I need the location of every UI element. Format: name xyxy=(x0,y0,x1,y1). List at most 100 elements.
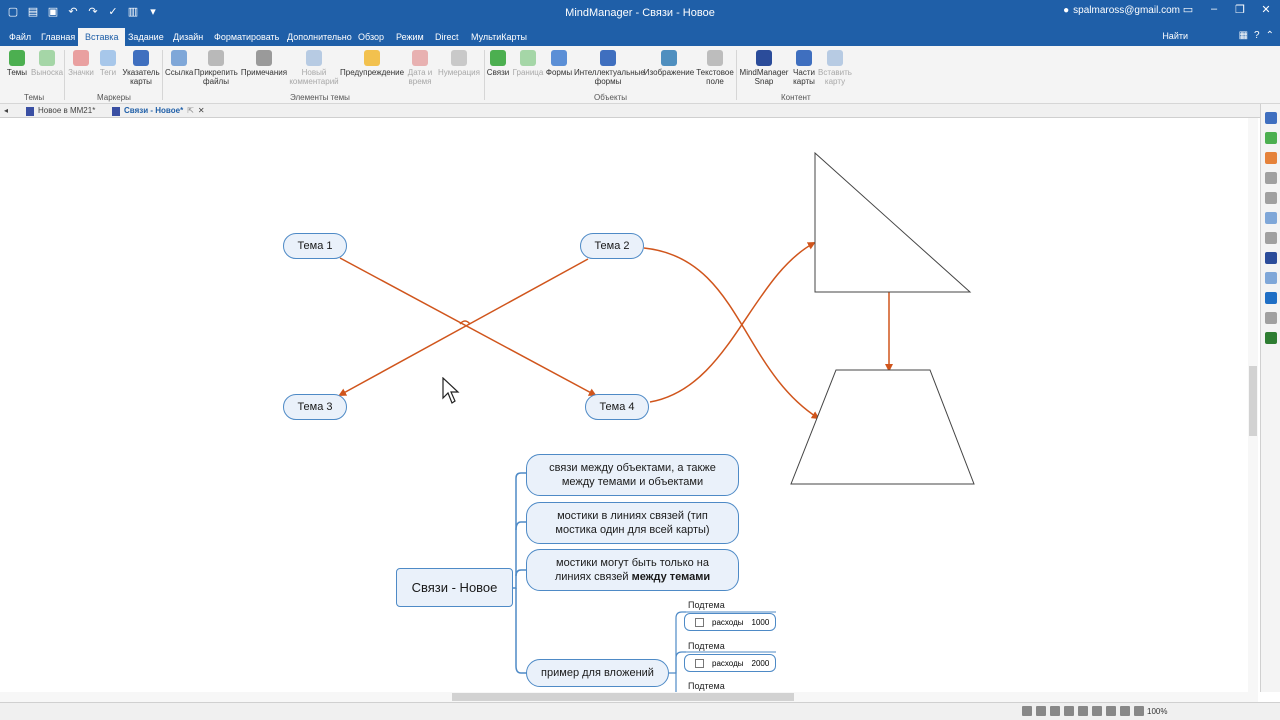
document-tabs: ◂ Новое в MM21* Связи - Новое* ⇱ ✕ xyxy=(0,104,1280,118)
calendar-pane-icon[interactable] xyxy=(1264,152,1277,164)
icons-button[interactable]: Значки xyxy=(68,50,94,77)
library-pane-icon[interactable] xyxy=(1264,132,1277,144)
callout-button[interactable]: Выноска xyxy=(31,50,63,77)
image-icon xyxy=(661,50,677,66)
tab-direct[interactable]: Direct xyxy=(428,28,466,46)
account-menu[interactable]: ● spalmaross@gmail.com xyxy=(1063,5,1180,16)
tab-review[interactable]: Обзор xyxy=(351,28,391,46)
outlook-pane-icon[interactable] xyxy=(1264,292,1277,304)
notes-button[interactable]: Примечания xyxy=(240,50,288,77)
vertical-scrollbar[interactable] xyxy=(1248,118,1258,692)
map-index-button[interactable]: Указатель карты xyxy=(122,50,160,86)
shapes-button[interactable]: Формы xyxy=(545,50,573,77)
subtopic-label[interactable]: Подтема xyxy=(688,641,725,651)
tabs-scroll-left-icon[interactable]: ◂ xyxy=(4,104,8,118)
minimize-icon[interactable]: – xyxy=(1206,3,1222,16)
tags-pane-icon[interactable] xyxy=(1264,192,1277,204)
date-time-button[interactable]: Дата и время xyxy=(404,50,436,86)
fit-map-icon[interactable] xyxy=(1120,706,1130,716)
topic-add-icon xyxy=(9,50,25,66)
tab-insert[interactable]: Вставка xyxy=(78,28,126,46)
properties-row[interactable]: расходы 1000 xyxy=(684,613,776,631)
ribbon-tabs: Файл Главная Вставка Задание Дизайн Форм… xyxy=(0,28,1280,46)
vertical-scroll-thumb[interactable] xyxy=(1249,366,1257,436)
expand-icon[interactable] xyxy=(1092,706,1102,716)
search-pane-icon[interactable] xyxy=(1264,232,1277,244)
boundary-button[interactable]: Граница xyxy=(512,50,544,77)
collapse-ribbon-icon[interactable]: ⌃ xyxy=(1266,30,1274,41)
subtopic-label[interactable]: Подтема xyxy=(688,600,725,610)
topics-button[interactable]: Темы xyxy=(6,50,28,77)
collapse-icon[interactable] xyxy=(1078,706,1088,716)
review-pane-icon[interactable] xyxy=(1264,212,1277,224)
horizontal-scroll-thumb[interactable] xyxy=(452,693,794,701)
ribbon-display-icon[interactable]: ▭ xyxy=(1180,3,1196,16)
browser-pane-icon[interactable] xyxy=(1264,312,1277,324)
relation-topic2-trapezoid[interactable] xyxy=(643,247,820,420)
level-of-detail-icon[interactable] xyxy=(1050,706,1060,716)
show-levels-icon[interactable] xyxy=(1064,706,1074,716)
doc-tab-new-in-mm21[interactable]: Новое в MM21* xyxy=(26,104,95,118)
properties-pane-icon[interactable] xyxy=(1264,112,1277,124)
close-tab-icon[interactable]: ✕ xyxy=(198,104,205,118)
relations-button[interactable]: Связи xyxy=(486,50,510,77)
excel-pane-icon[interactable] xyxy=(1264,332,1277,344)
help-icon[interactable]: ? xyxy=(1254,30,1260,41)
tab-view[interactable]: Режим xyxy=(389,28,431,46)
tab-task[interactable]: Задание xyxy=(121,28,171,46)
branch-topic-bridges-only[interactable]: мостики могут быть только на линиях связ… xyxy=(526,549,739,591)
zoom-out-icon[interactable] xyxy=(1134,706,1144,716)
snap-pane-icon[interactable] xyxy=(1264,252,1277,264)
balance-map-icon[interactable] xyxy=(1036,706,1046,716)
pin-tab-icon[interactable]: ⇱ xyxy=(187,104,194,118)
tab-format[interactable]: Форматировать xyxy=(207,28,286,46)
floating-topic-3[interactable]: Тема 3 xyxy=(283,394,347,420)
triangle-shape[interactable] xyxy=(814,151,972,293)
text-box-button[interactable]: Текстовое поле xyxy=(696,50,734,86)
resources-pane-icon[interactable] xyxy=(1264,172,1277,184)
branch-topic-attachments-example[interactable]: пример для вложений xyxy=(526,659,669,687)
tab-design[interactable]: Дизайн xyxy=(166,28,210,46)
attach-files-button[interactable]: Прикрепить файлы xyxy=(194,50,238,86)
tab-multimaps[interactable]: МультиКарты xyxy=(464,28,534,46)
floating-topic-1[interactable]: Тема 1 xyxy=(283,233,347,259)
central-topic[interactable]: Связи - Новое xyxy=(396,568,513,607)
floating-topic-2[interactable]: Тема 2 xyxy=(580,233,644,259)
tags-button[interactable]: Теги xyxy=(97,50,119,77)
trapezoid-shape[interactable] xyxy=(790,369,975,485)
smart-shapes-button[interactable]: Интеллектуальные формы xyxy=(574,50,645,86)
mindmanager-snap-button[interactable]: MindManager Snap xyxy=(738,50,790,86)
map-canvas[interactable]: Тема 1 Тема 2 Тема 3 Тема 4 Связи - Ново… xyxy=(0,118,1248,692)
subtopic-label[interactable]: Подтема xyxy=(688,681,725,691)
insert-map-button[interactable]: Вставить карту xyxy=(818,50,852,86)
horizontal-scrollbar[interactable] xyxy=(0,692,1258,702)
tab-file[interactable]: Файл xyxy=(2,28,38,46)
relation-topic2-topic3[interactable] xyxy=(338,258,589,396)
relation-topic4-triangle[interactable] xyxy=(649,242,816,403)
restore-icon[interactable]: ❐ xyxy=(1232,3,1248,16)
image-button[interactable]: Изображение xyxy=(643,50,695,77)
map-parts-pane-icon[interactable] xyxy=(1264,272,1277,284)
tab-home[interactable]: Главная xyxy=(34,28,82,46)
search-box[interactable]: Найти xyxy=(1162,31,1188,41)
branch-topic-bridges-type[interactable]: мостики в линиях связей (тип мостика оди… xyxy=(526,502,739,544)
numbering-button[interactable]: Нумерация xyxy=(437,50,481,77)
alert-button[interactable]: Предупреждение xyxy=(340,50,404,77)
layout-view-icon[interactable] xyxy=(1106,706,1116,716)
map-index-icon xyxy=(133,50,149,66)
close-icon[interactable]: ✕ xyxy=(1258,3,1274,16)
doc-tab-relations-new[interactable]: Связи - Новое* ⇱ ✕ xyxy=(112,104,205,118)
properties-row[interactable]: расходы 2000 xyxy=(684,654,776,672)
filter-icon[interactable] xyxy=(1022,706,1032,716)
new-comment-button[interactable]: Новый комментарий xyxy=(288,50,340,86)
tab-advanced[interactable]: Дополнительно xyxy=(280,28,359,46)
task-pane-strip xyxy=(1260,104,1280,692)
group-content-label: Контент xyxy=(781,93,811,102)
link-button[interactable]: Ссылка xyxy=(165,50,193,77)
relation-icon xyxy=(490,50,506,66)
floating-topic-4[interactable]: Тема 4 xyxy=(585,394,649,420)
layout-icon[interactable]: ▦ xyxy=(1239,30,1248,41)
map-parts-button[interactable]: Части карты xyxy=(791,50,817,86)
branch-topic-relations-objects[interactable]: связи между объектами, а также между тем… xyxy=(526,454,739,496)
zoom-level[interactable]: 100% xyxy=(1147,707,1167,716)
